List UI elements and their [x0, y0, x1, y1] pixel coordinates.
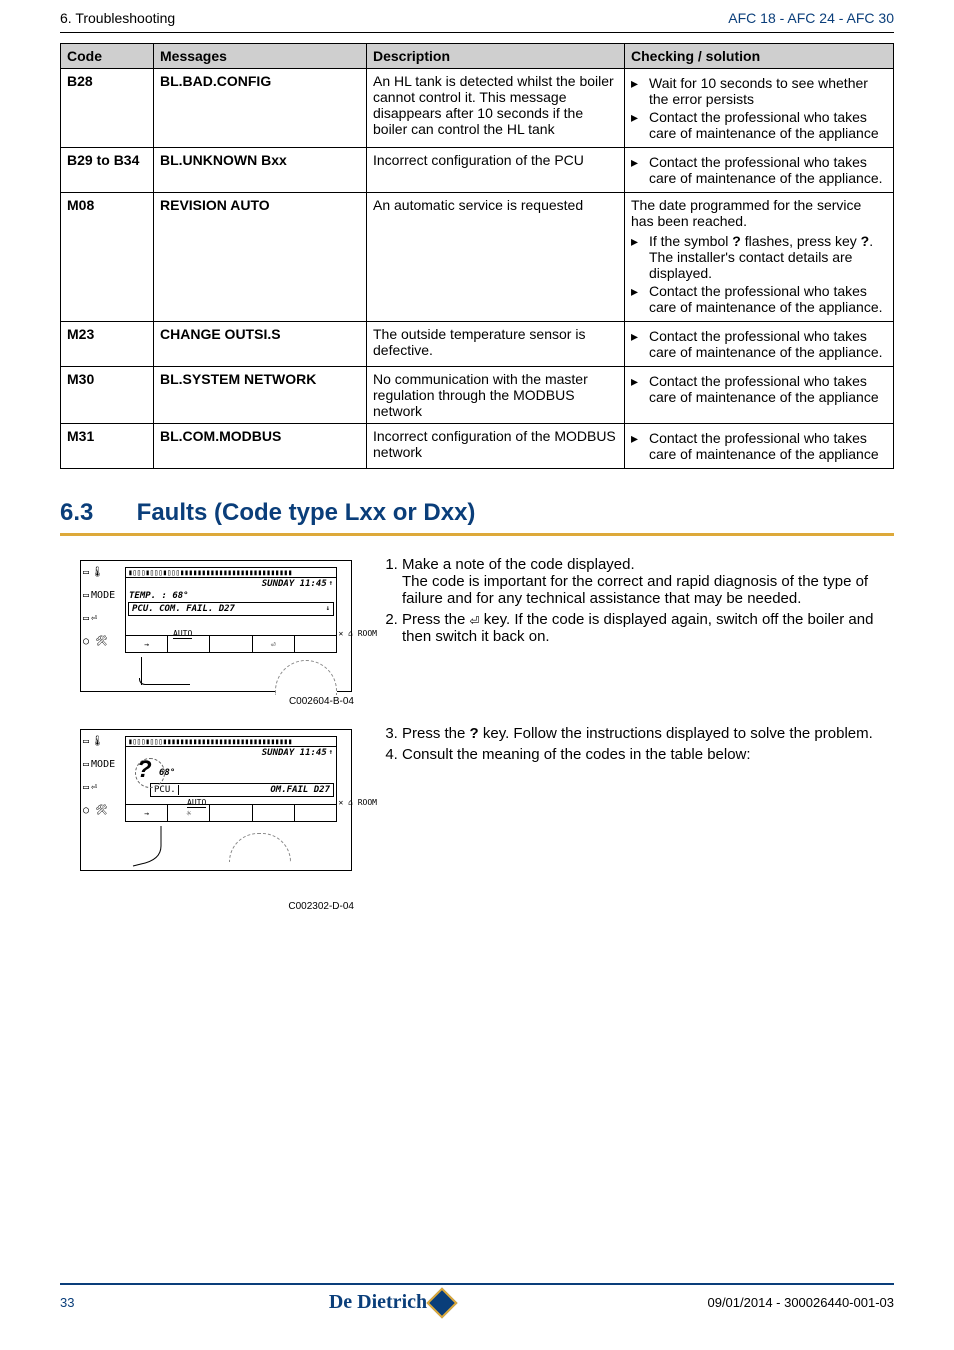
cell-checking: The date programmed for the service has …: [625, 193, 894, 322]
section-title: Faults (Code type Lxx or Dxx): [137, 499, 476, 526]
th-messages: Messages: [154, 44, 367, 69]
cell-code: B28: [61, 69, 154, 148]
cell-description: An automatic service is requested: [367, 193, 625, 322]
table-row: M23CHANGE OUTSI.SThe outside temperature…: [61, 322, 894, 367]
cell-code: M08: [61, 193, 154, 322]
table-row: B29 to B34BL.UNKNOWN BxxIncorrect config…: [61, 148, 894, 193]
step-2: Press the ⏎ key. If the code is displaye…: [402, 611, 894, 645]
question-key: ?: [470, 725, 479, 742]
cell-message: CHANGE OUTSI.S: [154, 322, 367, 367]
table-row: M30BL.SYSTEM NETWORKNo communication wit…: [61, 367, 894, 424]
lcd2-pointer: [131, 826, 251, 870]
footer-reference: 09/01/2014 - 300026440-001-03: [707, 1295, 894, 1310]
cell-description: An HL tank is detected whilst the boiler…: [367, 69, 625, 148]
lcd2-caption: C002302-D-04: [60, 901, 354, 912]
cell-message: BL.SYSTEM NETWORK: [154, 367, 367, 424]
cell-code: M30: [61, 367, 154, 424]
section-heading: 6.3 Faults (Code type Lxx or Dxx): [60, 499, 894, 527]
lcd-illustration-2: ▭ 🌡 ▭ MODE ▭ ⏎ ○ 🛠 ▮▯▯▯▮▯▯▯▮▮▮▮▮▮▮▮▮▮▮▮▮…: [80, 729, 352, 871]
check-bullet: Contact the professional who takes care …: [631, 154, 887, 186]
check-bullet: If the symbol ? flashes, press key ?. Th…: [631, 233, 887, 281]
cell-description: The outside temperature sensor is defect…: [367, 322, 625, 367]
header-model: AFC 18 - AFC 24 - AFC 30: [728, 10, 894, 26]
cell-checking: Contact the professional who takes care …: [625, 367, 894, 424]
cell-description: No communication with the master regulat…: [367, 367, 625, 424]
question-mark-icon: ?: [137, 756, 152, 784]
enter-key-icon: ⏎: [470, 614, 480, 628]
lcd1-temp: TEMP. : 68°: [126, 590, 336, 602]
lcd2-deg: 68°: [159, 768, 175, 778]
cell-code: M23: [61, 322, 154, 367]
lcd2-side-icons: ▭ 🌡 ▭ MODE ▭ ⏎ ○ 🛠: [83, 736, 115, 816]
cell-checking: Contact the professional who takes care …: [625, 148, 894, 193]
step-4: Consult the meaning of the codes in the …: [402, 746, 894, 763]
step-3: Press the ? key. Follow the instructions…: [402, 725, 894, 742]
cell-description: Incorrect configuration of the MODBUS ne…: [367, 424, 625, 469]
check-bullet: Contact the professional who takes care …: [631, 430, 887, 462]
brand-logo: De Dietrich: [329, 1291, 453, 1314]
cell-checking: Contact the professional who takes care …: [625, 322, 894, 367]
section-divider: [60, 533, 894, 536]
th-description: Description: [367, 44, 625, 69]
cell-message: REVISION AUTO: [154, 193, 367, 322]
check-bullet: Contact the professional who takes care …: [631, 109, 887, 141]
lcd1-pcu-line: PCU. COM. FAIL. D27↓: [128, 602, 334, 616]
cell-message: BL.BAD.CONFIG: [154, 69, 367, 148]
lcd1-time: SUNDAY 11:45↑: [126, 578, 336, 590]
lcd1-caption: C002604-B-04: [60, 696, 354, 707]
table-row: B28BL.BAD.CONFIGAn HL tank is detected w…: [61, 69, 894, 148]
diamond-icon: [427, 1287, 458, 1318]
troubleshooting-table: Code Messages Description Checking / sol…: [60, 43, 894, 469]
th-checking: Checking / solution: [625, 44, 894, 69]
cell-description: Incorrect configuration of the PCU: [367, 148, 625, 193]
check-bullet: Contact the professional who takes care …: [631, 328, 887, 360]
step-1: Make a note of the code displayed. The c…: [402, 556, 894, 607]
check-bullet: Contact the professional who takes care …: [631, 373, 887, 405]
lcd-illustration-1: ▭ 🌡 ▭ MODE ▭ ⏎ ○ 🛠 ▮▯▯▯▮▯▯▯▮▯▯▯▮▮▮▮▮▮▮▮▮…: [80, 560, 352, 692]
page-number: 33: [60, 1295, 74, 1310]
table-row: M31BL.COM.MODBUSIncorrect configuration …: [61, 424, 894, 469]
table-row: M08REVISION AUTOAn automatic service is …: [61, 193, 894, 322]
check-bullet: Wait for 10 seconds to see whether the e…: [631, 75, 887, 107]
step-1-subtext: The code is important for the correct an…: [402, 573, 894, 607]
section-number: 6.3: [60, 499, 130, 527]
cell-message: BL.UNKNOWN Bxx: [154, 148, 367, 193]
cell-checking: Wait for 10 seconds to see whether the e…: [625, 69, 894, 148]
header-section: 6. Troubleshooting: [60, 10, 175, 26]
lcd2-pcu-line: PCU. OM.FAIL D27: [150, 783, 334, 797]
cell-checking: Contact the professional who takes care …: [625, 424, 894, 469]
th-code: Code: [61, 44, 154, 69]
cell-message: BL.COM.MODBUS: [154, 424, 367, 469]
header-divider: [60, 32, 894, 33]
check-bullet: Contact the professional who takes care …: [631, 283, 887, 315]
cell-code: B29 to B34: [61, 148, 154, 193]
lcd1-side-icons: ▭ 🌡 ▭ MODE ▭ ⏎ ○ 🛠: [83, 567, 115, 647]
cell-code: M31: [61, 424, 154, 469]
page-footer: 33 De Dietrich 09/01/2014 - 300026440-00…: [60, 1275, 894, 1314]
